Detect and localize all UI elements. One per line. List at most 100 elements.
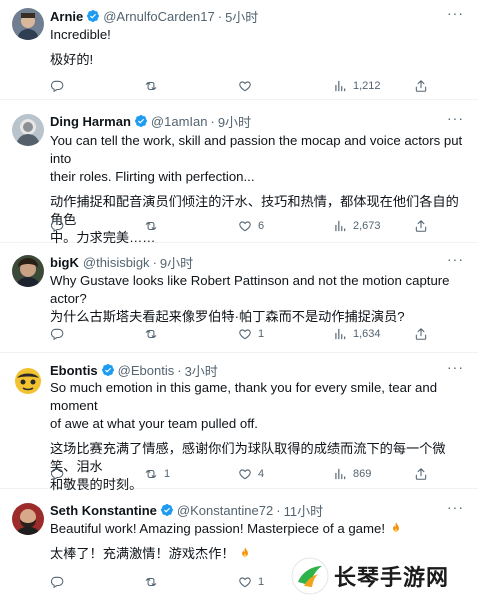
share-icon bbox=[414, 327, 428, 341]
like-button[interactable]: 6 bbox=[238, 217, 264, 235]
fire-icon bbox=[389, 521, 403, 535]
like-icon bbox=[238, 219, 252, 233]
separator: · bbox=[210, 113, 215, 129]
views-count: 1,212 bbox=[353, 80, 381, 92]
reply-icon bbox=[50, 575, 64, 589]
tweet-header: bigK @thisisbigk · 9小时 bbox=[50, 253, 193, 271]
like-icon bbox=[238, 327, 252, 341]
like-button[interactable]: 1 bbox=[238, 573, 264, 591]
reply-icon bbox=[50, 219, 64, 233]
retweet-button[interactable]: 1 bbox=[144, 465, 170, 483]
retweet-icon bbox=[144, 575, 158, 589]
fire-icon bbox=[238, 546, 252, 560]
reply-button[interactable] bbox=[50, 573, 70, 591]
reply-button[interactable] bbox=[50, 325, 70, 343]
like-button[interactable] bbox=[238, 77, 258, 95]
tweet-line-text: 太棒了！充满激情！游戏杰作！ bbox=[50, 546, 235, 561]
retweet-icon bbox=[144, 79, 158, 93]
more-icon[interactable]: ··· bbox=[447, 110, 464, 126]
author-handle[interactable]: @ArnulfoCarden17 bbox=[103, 9, 214, 24]
like-icon bbox=[238, 575, 252, 589]
author-handle[interactable]: @Ebontis bbox=[118, 363, 175, 378]
more-icon[interactable]: ··· bbox=[447, 359, 464, 375]
views-button[interactable]: 869 bbox=[333, 465, 371, 483]
timestamp[interactable]: 9小时 bbox=[160, 253, 193, 272]
timestamp[interactable]: 11小时 bbox=[284, 501, 324, 520]
retweet-icon bbox=[144, 219, 158, 233]
reply-icon bbox=[50, 79, 64, 93]
like-button[interactable]: 4 bbox=[238, 465, 264, 483]
verified-badge-icon bbox=[101, 363, 115, 377]
more-icon[interactable]: ··· bbox=[447, 5, 464, 21]
views-icon bbox=[333, 467, 347, 481]
avatar[interactable] bbox=[12, 503, 44, 535]
views-button[interactable]: 1,634 bbox=[333, 325, 381, 343]
tweet-line: You can tell the work, skill and passion… bbox=[50, 133, 463, 166]
like-button[interactable]: 1 bbox=[238, 325, 264, 343]
share-button[interactable] bbox=[414, 217, 428, 235]
separator: · bbox=[152, 254, 157, 270]
share-icon bbox=[414, 467, 428, 481]
tweet[interactable]: bigK @thisisbigk · 9小时 ··· Why Gustave l… bbox=[0, 243, 478, 353]
tweet-line: of awe at what your team pulled off. bbox=[50, 416, 258, 431]
retweet-button[interactable] bbox=[144, 77, 164, 95]
like-count: 1 bbox=[258, 328, 265, 340]
views-icon bbox=[333, 327, 347, 341]
tweet-text: Incredible! 极好的! bbox=[50, 26, 465, 69]
reply-button[interactable] bbox=[50, 77, 70, 95]
retweet-button[interactable] bbox=[144, 573, 164, 591]
share-button[interactable] bbox=[414, 325, 428, 343]
tweet-line: 为什么古斯塔夫看起来像罗伯特·帕丁森而不是动作捕捉演员? bbox=[50, 309, 405, 324]
action-bar: 1 4 869 bbox=[50, 465, 430, 483]
tweet-line: 极好的! bbox=[50, 52, 94, 67]
views-button[interactable]: 2,673 bbox=[333, 217, 381, 235]
timestamp[interactable]: 3小时 bbox=[185, 361, 218, 380]
tweet-header: Ding Harman @1amIan · 9小时 bbox=[50, 112, 251, 130]
like-icon bbox=[238, 79, 252, 93]
retweet-button[interactable] bbox=[144, 325, 164, 343]
author-name[interactable]: Arnie bbox=[50, 9, 83, 24]
action-bar: 1,212 bbox=[50, 77, 430, 95]
avatar[interactable] bbox=[12, 114, 44, 146]
verified-badge-icon bbox=[160, 503, 174, 517]
avatar[interactable] bbox=[12, 365, 44, 397]
tweet-line: Incredible! bbox=[50, 27, 111, 42]
reply-button[interactable] bbox=[50, 465, 70, 483]
watermark-text: 长琴手游网 bbox=[334, 566, 450, 591]
author-handle[interactable]: @1amIan bbox=[151, 114, 208, 129]
author-name[interactable]: Seth Konstantine bbox=[50, 503, 157, 518]
like-count: 6 bbox=[258, 220, 265, 232]
avatar[interactable] bbox=[12, 255, 44, 287]
timestamp[interactable]: 9小时 bbox=[218, 112, 251, 131]
share-button[interactable] bbox=[414, 465, 428, 483]
retweet-button[interactable] bbox=[144, 217, 164, 235]
retweet-icon bbox=[144, 327, 158, 341]
reply-button[interactable] bbox=[50, 217, 70, 235]
tweet[interactable]: Ebontis @Ebontis · 3小时 ··· So much emoti… bbox=[0, 353, 478, 492]
views-icon bbox=[333, 219, 347, 233]
tweet-header: Seth Konstantine @Konstantine72 · 11小时 bbox=[50, 501, 323, 519]
author-name[interactable]: Ding Harman bbox=[50, 114, 131, 129]
author-name[interactable]: Ebontis bbox=[50, 363, 98, 378]
tweet[interactable]: Arnie @ArnulfoCarden17 · 5小时 ··· Incredi… bbox=[0, 0, 478, 100]
author-handle[interactable]: @thisisbigk bbox=[83, 255, 150, 270]
share-button[interactable] bbox=[414, 77, 428, 95]
views-button[interactable]: 1,212 bbox=[333, 77, 381, 95]
more-icon[interactable]: ··· bbox=[447, 499, 464, 515]
watermark: 长琴手游网 bbox=[290, 554, 476, 598]
retweet-icon bbox=[144, 467, 158, 481]
share-icon bbox=[414, 219, 428, 233]
tweet[interactable]: Ding Harman @1amIan · 9小时 ··· You can te… bbox=[0, 100, 478, 245]
reply-icon bbox=[50, 327, 64, 341]
retweet-count: 1 bbox=[164, 468, 171, 480]
avatar[interactable] bbox=[12, 8, 44, 40]
timestamp[interactable]: 5小时 bbox=[225, 7, 258, 26]
action-bar: 6 2,673 bbox=[50, 217, 430, 235]
tweet-line: their roles. Flirting with perfection... bbox=[50, 169, 255, 184]
more-icon[interactable]: ··· bbox=[447, 251, 464, 267]
author-name[interactable]: bigK bbox=[50, 255, 79, 270]
author-handle[interactable]: @Konstantine72 bbox=[177, 503, 273, 518]
reply-icon bbox=[50, 467, 64, 481]
tweet-header: Arnie @ArnulfoCarden17 · 5小时 bbox=[50, 7, 258, 25]
tweet-line: Why Gustave looks like Robert Pattinson … bbox=[50, 273, 450, 306]
